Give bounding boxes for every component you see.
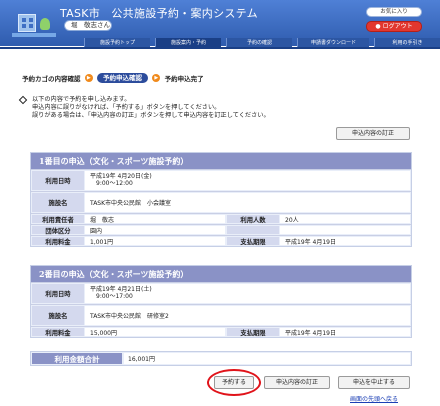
date-value: 平成19年 4月21日(土) 9:00～17:00 — [85, 284, 410, 303]
deadline-value: 平成19年 4月19日 — [280, 328, 410, 337]
date-label: 利用日時 — [32, 171, 84, 190]
table-row: 利用料金 1,001円 支払期限 平成19年 4月19日 — [31, 235, 411, 246]
arrow-right-icon: ▶ — [152, 74, 161, 82]
step-application-complete: 予約申込完了 — [164, 75, 204, 83]
fee-value: 15,000円 — [85, 328, 225, 337]
back-to-top-link[interactable]: 画面の先頭へ戻る — [350, 394, 398, 403]
date-label: 利用日時 — [32, 284, 84, 303]
application-title: 1番目の申込（文化・スポーツ施設予約） — [31, 153, 411, 169]
table-row: 利用日時 平成19年 4月21日(土) 9:00～17:00 — [31, 282, 411, 304]
step-cart-confirm: 予約カゴの内容確認 — [22, 75, 81, 83]
date-value: 平成19年 4月20日(金) 9:00～12:00 — [85, 171, 410, 190]
responsible-value: 堀 敬志 — [85, 215, 225, 224]
diamond-bullet-icon — [18, 95, 28, 105]
table-row: 団体区分 園内 — [31, 224, 411, 235]
time-line: 9:00～17:00 — [96, 293, 133, 300]
edit-application-button[interactable]: 申込内容の訂正 — [264, 376, 330, 389]
facility-value: TASK市中央公民館 研修室2 — [85, 306, 410, 325]
application-block-1: 1番目の申込（文化・スポーツ施設予約） 利用日時 平成19年 4月20日(金) … — [30, 152, 412, 247]
facility-value: TASK市中央公民館 小会議室 — [85, 193, 410, 212]
instruction-line: 以下の内容で予約を申し込みます。 — [32, 96, 131, 103]
ground-icon — [12, 33, 56, 37]
facility-label: 施設名 — [32, 193, 84, 212]
application-title: 2番目の申込（文化・スポーツ施設予約） — [31, 266, 411, 282]
logout-button[interactable]: ● ログアウト — [366, 21, 422, 32]
favorites-button[interactable]: お気に入り — [366, 7, 422, 17]
nav-divider — [0, 47, 440, 49]
deadline-label: 支払期限 — [227, 237, 279, 246]
group-type-label: 団体区分 — [32, 226, 84, 235]
arrow-right-icon: ▶ — [84, 74, 93, 82]
table-row: 利用日時 平成19年 4月20日(金) 9:00～12:00 — [31, 169, 411, 191]
total-value: 16,001円 — [124, 353, 410, 364]
group-type-value: 園内 — [85, 226, 225, 235]
time-line: 9:00～12:00 — [96, 180, 133, 187]
fee-label: 利用料金 — [32, 328, 84, 337]
deadline-label: 支払期限 — [227, 328, 279, 337]
fee-label: 利用料金 — [32, 237, 84, 246]
facility-label: 施設名 — [32, 306, 84, 325]
building-icon — [18, 14, 36, 32]
people-label: 利用人数 — [227, 215, 279, 224]
tree-icon — [40, 18, 50, 30]
total-label: 利用金額合計 — [32, 353, 122, 364]
reserve-button[interactable]: 予約する — [214, 376, 254, 389]
empty-label — [227, 226, 279, 234]
fee-value: 1,001円 — [85, 237, 225, 246]
people-value: 20人 — [280, 215, 410, 224]
progress-steps: 予約カゴの内容確認 ▶ 予約申込確認 ▶ 予約申込完了 — [22, 73, 204, 83]
table-row: 利用料金 15,000円 支払期限 平成19年 4月19日 — [31, 326, 411, 337]
user-name-badge: 堀 敬志さん — [64, 20, 112, 31]
edit-application-button[interactable]: 申込内容の訂正 — [336, 127, 410, 140]
instruction-line: 申込内容に誤りがなければ、「予約する」ボタンを押してください。 — [32, 104, 221, 111]
instruction-line: 誤りがある場合は、「申込内容の訂正」ボタンを押して申込内容を訂正してください。 — [32, 112, 270, 119]
responsible-label: 利用責任者 — [32, 215, 84, 224]
application-block-2: 2番目の申込（文化・スポーツ施設予約） 利用日時 平成19年 4月21日(土) … — [30, 265, 412, 338]
instructions: 以下の内容で予約を申し込みます。 申込内容に誤りがなければ、「予約する」ボタンを… — [18, 95, 332, 120]
table-row: 利用責任者 堀 敬志 利用人数 20人 — [31, 213, 411, 224]
table-row: 施設名 TASK市中央公民館 小会議室 — [31, 191, 411, 213]
table-row: 施設名 TASK市中央公民館 研修室2 — [31, 304, 411, 326]
cancel-application-button[interactable]: 申込を中止する — [338, 376, 410, 389]
date-line: 平成19年 4月21日(土) — [90, 286, 152, 293]
empty-value — [280, 226, 410, 234]
date-line: 平成19年 4月20日(金) — [90, 173, 152, 180]
site-logo[interactable] — [8, 6, 58, 40]
total-amount-row: 利用金額合計 16,001円 — [30, 351, 412, 366]
site-title: TASK市 公共施設予約・案内システム — [60, 7, 258, 20]
step-application-confirm: 予約申込確認 — [97, 73, 149, 83]
deadline-value: 平成19年 4月19日 — [280, 237, 410, 246]
